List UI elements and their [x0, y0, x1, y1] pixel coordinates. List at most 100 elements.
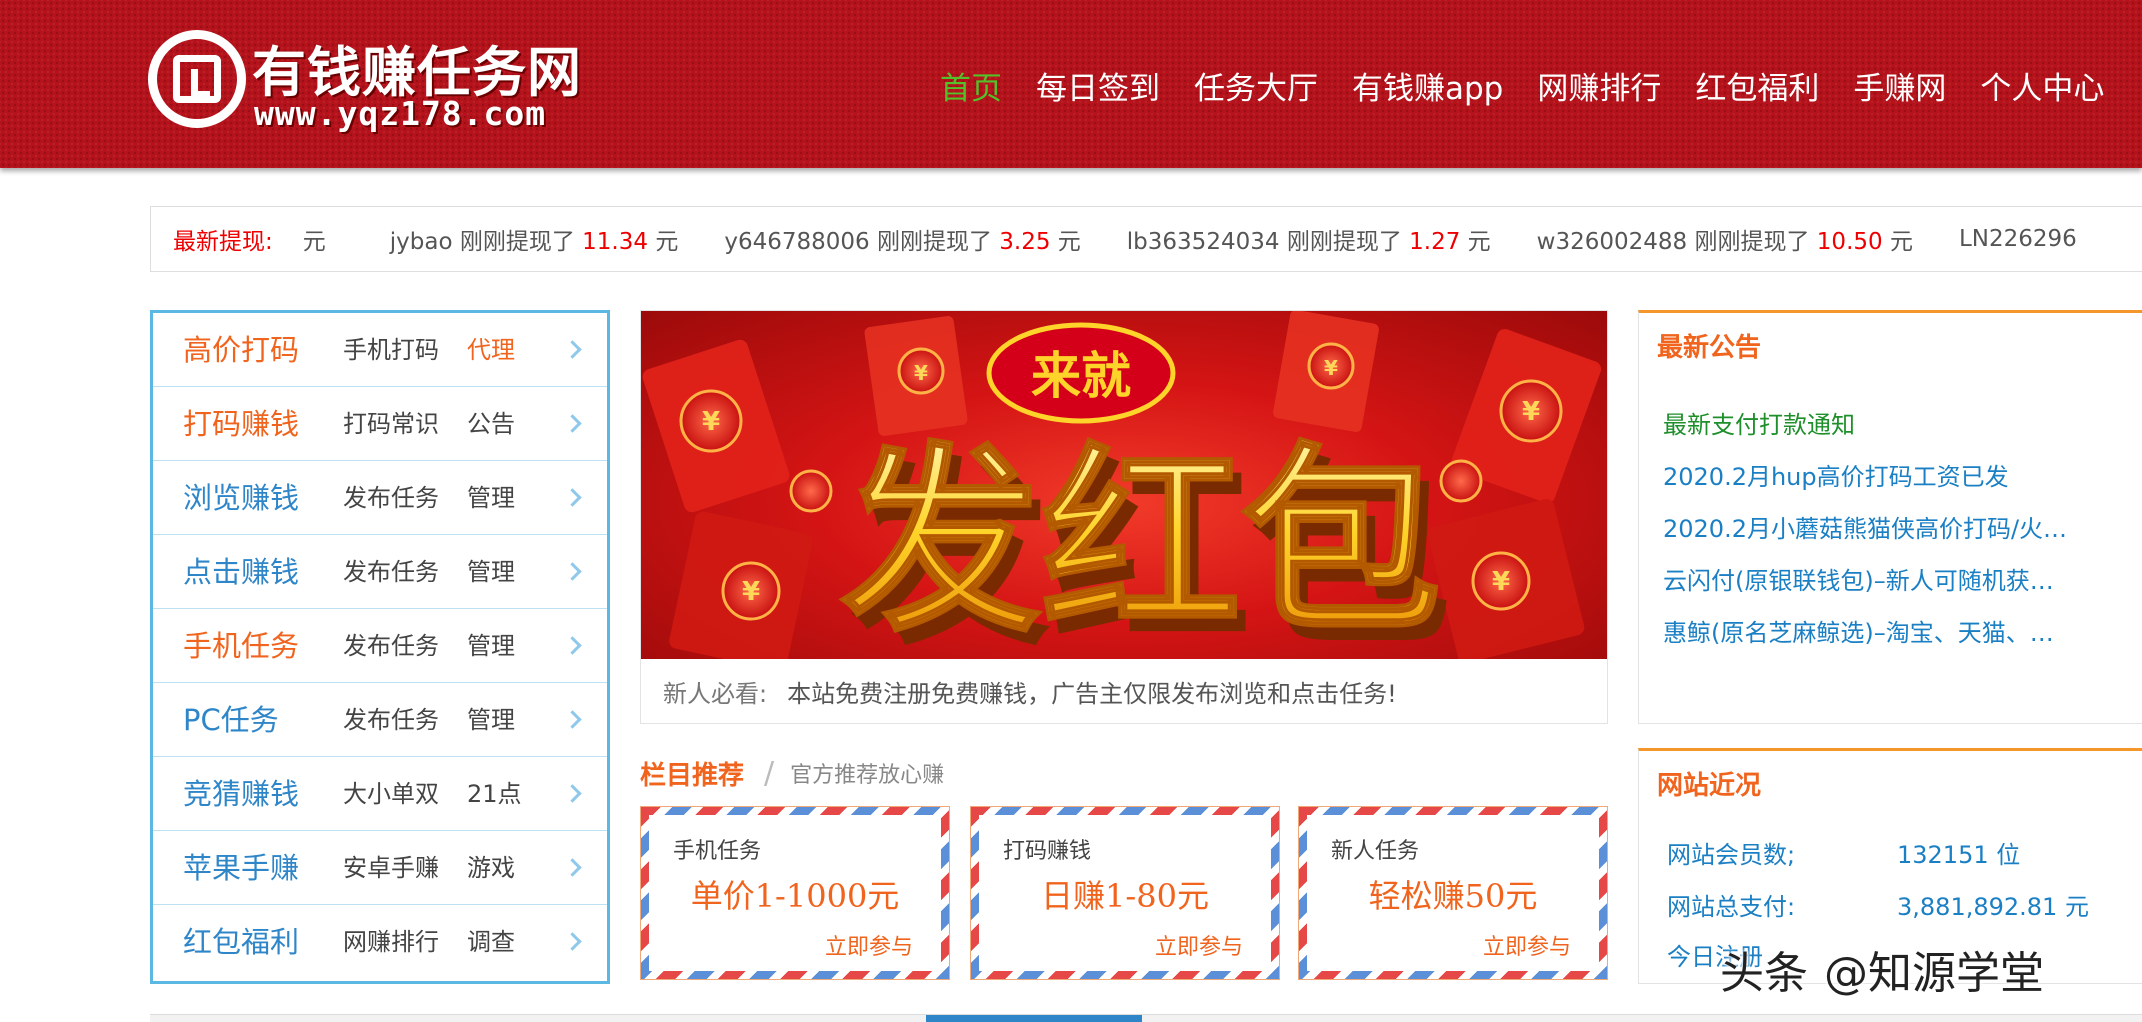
chevron-right-icon: [563, 340, 582, 359]
watermark-brand: 头条: [1720, 948, 1808, 999]
notice-item[interactable]: 云闪付(原银联钱包)–新人可随机获…: [1663, 561, 2103, 596]
bottom-tab-strip: [150, 1014, 2142, 1022]
notice-item[interactable]: 2020.2月小蘑菇熊猫侠高价打码/火…: [1663, 509, 2103, 544]
nav-task-hall[interactable]: 任务大厅: [1194, 64, 1318, 114]
menu-category[interactable]: 浏览赚钱: [183, 461, 299, 535]
ticker-item: lb363524034 刚刚提现了 1.27 元: [1126, 229, 1491, 255]
site-header: 有钱赚任务网 www.yqz178.com 首页 每日签到 任务大厅 有钱赚ap…: [0, 0, 2142, 168]
menu-sublink[interactable]: 发布任务: [343, 461, 439, 535]
stats-panel-title: 网站近况: [1657, 771, 1762, 801]
menu-sublink[interactable]: 调查: [467, 905, 515, 979]
recommend-header: 栏目推荐 / 官方推荐放心赚: [640, 756, 945, 791]
chevron-right-icon: [563, 858, 582, 877]
banner-top-text: 来就: [1031, 346, 1131, 405]
nav-app[interactable]: 有钱赚app: [1352, 64, 1503, 114]
menu-sublink[interactable]: 发布任务: [343, 535, 439, 609]
menu-sublink[interactable]: 游戏: [467, 831, 515, 905]
menu-sublink[interactable]: 发布任务: [343, 609, 439, 683]
recommend-card-captcha[interactable]: 打码赚钱 日赚1-80元 立即参与: [970, 806, 1280, 980]
ticker-item: y646788006 刚刚提现了 3.25 元: [724, 229, 1081, 255]
menu-category[interactable]: 打码赚钱: [183, 387, 299, 461]
chevron-right-icon: [563, 636, 582, 655]
svg-text:¥: ¥: [1324, 356, 1338, 380]
menu-row-captcha-earn[interactable]: 打码赚钱 打码常识 公告: [153, 387, 607, 461]
nav-daily-checkin[interactable]: 每日签到: [1036, 64, 1160, 114]
svg-text:¥: ¥: [742, 577, 760, 607]
menu-sublink[interactable]: 打码常识: [343, 387, 439, 461]
menu-row-mobile-task[interactable]: 手机任务 发布任务 管理: [153, 609, 607, 683]
menu-sublink[interactable]: 手机打码: [343, 313, 439, 387]
notice-item[interactable]: 2020.2月hup高价打码工资已发: [1663, 457, 2103, 492]
banner-main-text: 发红包: [841, 426, 1441, 659]
menu-sublink[interactable]: 管理: [467, 609, 515, 683]
ticker-label: 最新提现:: [173, 229, 273, 255]
chevron-right-icon: [563, 932, 582, 951]
chevron-right-icon: [563, 562, 582, 581]
logo-url: www.yqz178.com: [254, 94, 547, 133]
recommend-title: 栏目推荐: [640, 760, 745, 791]
nav-user-center[interactable]: 个人中心: [1980, 64, 2104, 114]
menu-sublink[interactable]: 管理: [467, 683, 515, 757]
menu-category[interactable]: 点击赚钱: [183, 535, 299, 609]
menu-category[interactable]: 苹果手赚: [183, 831, 299, 905]
nav-mobile-earn[interactable]: 手赚网: [1853, 64, 1946, 114]
ticker-item: w326002488 刚刚提现了 10.50 元: [1536, 229, 1913, 255]
site-logo[interactable]: 有钱赚任务网 www.yqz178.com: [148, 26, 608, 136]
menu-sublink[interactable]: 管理: [467, 535, 515, 609]
main-nav: 首页 每日签到 任务大厅 有钱赚app 网赚排行 红包福利 手赚网 个人中心: [940, 64, 2104, 114]
join-now-link[interactable]: 立即参与: [825, 929, 913, 961]
recommend-subtitle: 官方推荐放心赚: [790, 763, 945, 788]
notice-item[interactable]: 惠鲸(原名芝麻鲸选)–淘宝、天猫、…: [1663, 613, 2103, 648]
notice-panel: 最新公告 最新支付打款通知 2020.2月hup高价打码工资已发 2020.2月…: [1638, 310, 2142, 724]
menu-category[interactable]: 手机任务: [183, 609, 299, 683]
menu-row-browse-earn[interactable]: 浏览赚钱 发布任务 管理: [153, 461, 607, 535]
menu-sublink[interactable]: 代理: [467, 313, 515, 387]
ticker-item: jybao 刚刚提现了 11.34 元: [389, 229, 679, 255]
join-now-link[interactable]: 立即参与: [1483, 929, 1571, 961]
menu-category[interactable]: 红包福利: [183, 905, 299, 979]
menu-category[interactable]: PC任务: [183, 683, 279, 757]
notice-item[interactable]: 最新支付打款通知: [1663, 405, 2103, 440]
menu-sublink[interactable]: 网赚排行: [343, 905, 439, 979]
chevron-right-icon: [563, 488, 582, 507]
caption-label: 新人必看:: [663, 679, 768, 708]
card-label: 打码赚钱: [1003, 839, 1092, 864]
svg-text:¥: ¥: [1522, 397, 1540, 427]
menu-sublink[interactable]: 21点: [467, 757, 522, 831]
withdrawal-ticker: 最新提现: 元 jybao 刚刚提现了 11.34 元 y646788006 刚…: [150, 206, 2142, 272]
menu-row-high-price-captcha[interactable]: 高价打码 手机打码 代理: [153, 313, 607, 387]
menu-sublink[interactable]: 发布任务: [343, 683, 439, 757]
card-label: 手机任务: [673, 839, 762, 864]
watermark: 头条 @知源学堂: [1720, 934, 2044, 1004]
chevron-right-icon: [563, 784, 582, 803]
recommend-card-mobile-task[interactable]: 手机任务 单价1-1000元 立即参与: [640, 806, 950, 980]
menu-row-red-packet[interactable]: 红包福利 网赚排行 调查: [153, 905, 607, 979]
notice-panel-title: 最新公告: [1657, 333, 1762, 363]
join-now-link[interactable]: 立即参与: [1155, 929, 1243, 961]
red-packet-banner-image[interactable]: ¥ ¥ ¥ ¥ ¥ ¥ 来就 发红包 发红包: [641, 311, 1607, 659]
menu-sublink[interactable]: 公告: [467, 387, 515, 461]
caption-text[interactable]: 本站免费注册免费赚钱，广告主仅限发布浏览和点击任务!: [787, 674, 1397, 709]
card-value: 单价1-1000元: [690, 877, 900, 915]
stat-value: 3,881,892.81 元: [1897, 893, 2089, 921]
active-tab-indicator[interactable]: [926, 1015, 1142, 1022]
nav-red-packet[interactable]: 红包福利: [1695, 64, 1819, 114]
recommend-card-newbie[interactable]: 新人任务 轻松赚50元 立即参与: [1298, 806, 1608, 980]
ticker-item: LN226296: [1958, 226, 2077, 252]
menu-row-guess-earn[interactable]: 竞猜赚钱 大小单双 21点: [153, 757, 607, 831]
svg-text:¥: ¥: [1492, 567, 1510, 597]
menu-category[interactable]: 高价打码: [183, 313, 299, 387]
menu-category[interactable]: 竞猜赚钱: [183, 757, 299, 831]
menu-row-pc-task[interactable]: PC任务 发布任务 管理: [153, 683, 607, 757]
card-value: 日赚1-80元: [1041, 877, 1209, 915]
menu-sublink[interactable]: 安卓手赚: [343, 831, 439, 905]
nav-home[interactable]: 首页: [940, 64, 1002, 114]
menu-sublink[interactable]: 管理: [467, 461, 515, 535]
menu-row-apple-earn[interactable]: 苹果手赚 安卓手赚 游戏: [153, 831, 607, 905]
svg-text:¥: ¥: [702, 407, 720, 437]
nav-ranking[interactable]: 网赚排行: [1537, 64, 1661, 114]
stat-value: 132151 位: [1897, 841, 2021, 869]
menu-row-click-earn[interactable]: 点击赚钱 发布任务 管理: [153, 535, 607, 609]
hero-banner[interactable]: ¥ ¥ ¥ ¥ ¥ ¥ 来就 发红包 发红包 新人必看: 本站免费注册免费赚钱，…: [640, 310, 1608, 724]
menu-sublink[interactable]: 大小单双: [343, 757, 439, 831]
